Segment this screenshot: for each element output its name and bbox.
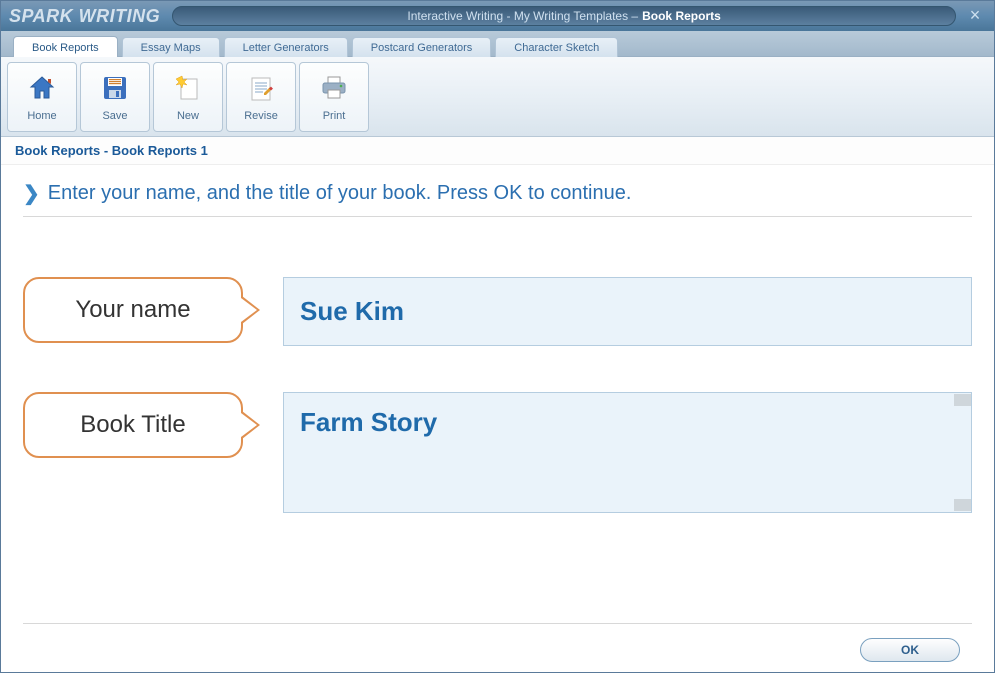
title-strong: Book Reports (642, 9, 721, 23)
footer: OK (23, 623, 972, 662)
print-label: Print (323, 110, 346, 122)
title-label: Book Title (80, 411, 185, 439)
save-button[interactable]: Save (80, 62, 150, 132)
app-window: SPARK WRITING Interactive Writing - My W… (0, 0, 995, 673)
content-area: ❯ Enter your name, and the title of your… (1, 165, 994, 672)
title-field-wrap (283, 392, 972, 513)
toolbar: Home Save (1, 57, 994, 137)
tab-book-reports[interactable]: Book Reports (13, 36, 118, 57)
new-icon (172, 72, 204, 104)
scrollbar-down-icon[interactable] (954, 499, 971, 511)
close-icon[interactable]: × (966, 7, 984, 25)
tab-character-sketch[interactable]: Character Sketch (495, 37, 618, 57)
scrollbar-up-icon[interactable] (954, 394, 971, 406)
title-row: Book Title (23, 392, 972, 513)
print-icon (318, 72, 350, 104)
instruction-text: Enter your name, and the title of your b… (48, 182, 632, 205)
home-button[interactable]: Home (7, 62, 77, 132)
revise-label: Revise (244, 110, 278, 122)
save-icon (99, 72, 131, 104)
ok-button[interactable]: OK (860, 638, 960, 662)
new-button[interactable]: New (153, 62, 223, 132)
app-title: SPARK WRITING (9, 6, 160, 27)
tab-letter-generators[interactable]: Letter Generators (224, 37, 348, 57)
name-label: Your name (75, 296, 190, 324)
tab-essay-maps[interactable]: Essay Maps (122, 37, 220, 57)
breadcrumb: Book Reports - Book Reports 1 (1, 137, 994, 165)
home-label: Home (27, 110, 56, 122)
titlebar: SPARK WRITING Interactive Writing - My W… (1, 1, 994, 31)
name-row: Your name (23, 277, 972, 346)
print-button[interactable]: Print (299, 62, 369, 132)
revise-icon (245, 72, 277, 104)
tab-postcard-generators[interactable]: Postcard Generators (352, 37, 492, 57)
title-label-bubble: Book Title (23, 392, 243, 458)
name-label-bubble: Your name (23, 277, 243, 343)
tabbar: Book Reports Essay Maps Letter Generator… (1, 31, 994, 57)
instruction-row: ❯ Enter your name, and the title of your… (23, 181, 972, 217)
title-prefix: Interactive Writing - My Writing Templat… (407, 9, 638, 23)
revise-button[interactable]: Revise (226, 62, 296, 132)
home-icon (26, 72, 58, 104)
window-title: Interactive Writing - My Writing Templat… (172, 6, 956, 26)
name-field-wrap (283, 277, 972, 346)
title-input[interactable] (300, 407, 955, 489)
new-label: New (177, 110, 199, 122)
name-input[interactable] (300, 296, 955, 327)
chevron-right-icon: ❯ (23, 181, 40, 206)
save-label: Save (102, 110, 127, 122)
